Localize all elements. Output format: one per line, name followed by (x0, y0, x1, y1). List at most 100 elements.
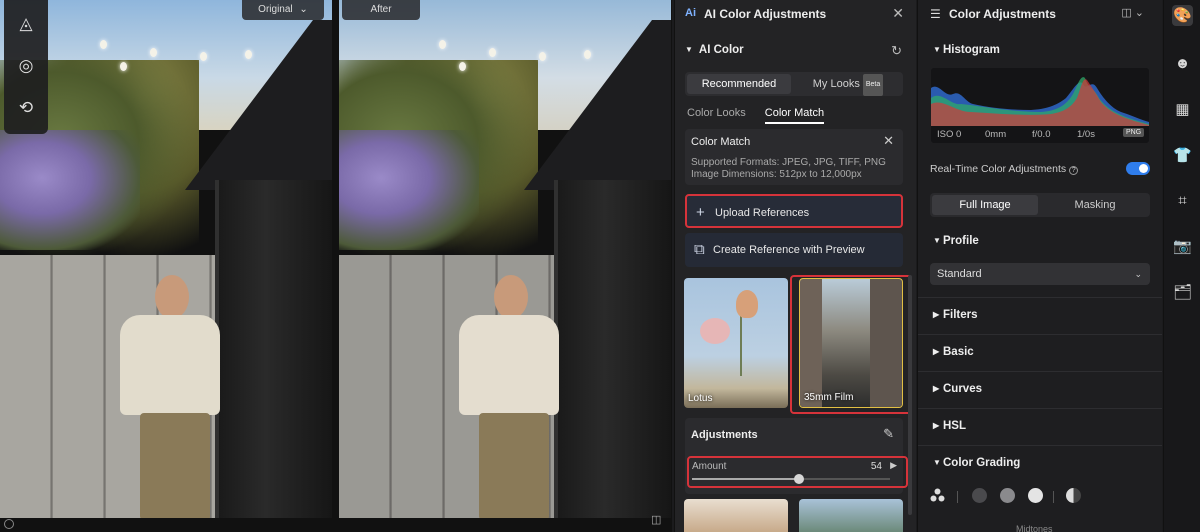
play-arrow-icon[interactable]: ▶ (890, 460, 897, 471)
upload-references-button[interactable]: + Upload References (685, 194, 903, 228)
thumb-caption: 35mm Film (804, 392, 854, 403)
ai-color-panel: Ai AI Color Adjustments ✕ ▼ AI Color ↻ Re… (674, 0, 916, 532)
thumb-building (800, 279, 822, 407)
greenhouse-door (215, 180, 332, 518)
layout-menu-icon[interactable]: ◫ ⌄ (1121, 6, 1144, 19)
add-reference-icon: ⧉ (694, 241, 705, 258)
all-wheels-icon[interactable] (930, 488, 945, 503)
amount-label: Amount (692, 461, 727, 472)
section-title: HSL (943, 420, 966, 432)
reference-thumb[interactable] (684, 499, 788, 532)
collapsed-triangle-icon: ▶ (933, 421, 940, 430)
ai-logo-icon: Ai (685, 7, 696, 19)
divider (1053, 491, 1054, 503)
adjustments-box: Adjustments ✎ Amount 54 ▶ (685, 418, 908, 494)
sliders-icon: ☰ (930, 7, 941, 21)
panel-title: AI Color Adjustments (704, 7, 827, 21)
histogram-graph (931, 77, 1149, 126)
divider (918, 408, 1162, 409)
panel-scrollbar[interactable] (908, 275, 912, 515)
history-icon[interactable]: ⟲ (16, 98, 36, 118)
create-reference-button[interactable]: ⧉ Create Reference with Preview (685, 233, 903, 267)
edit-icon[interactable]: ✎ (883, 426, 894, 442)
tab-color-looks[interactable]: Color Looks (687, 107, 746, 122)
person-head (155, 275, 189, 319)
tab-recommended[interactable]: Recommended (687, 74, 791, 94)
highlights-wheel-icon[interactable] (1028, 488, 1043, 503)
section-basic[interactable]: ▶ Basic (933, 346, 974, 358)
camera-icon[interactable]: 📷 (1172, 236, 1193, 257)
section-hsl[interactable]: ▶ HSL (933, 420, 966, 432)
midtones-wheel-icon[interactable] (1000, 488, 1015, 503)
thumb-building (870, 279, 902, 407)
crop-icon[interactable]: ⌗ (1172, 190, 1193, 211)
section-title: Color Grading (943, 457, 1021, 469)
section-title: Curves (943, 383, 982, 395)
panel-title: Color Adjustments (949, 7, 1056, 21)
ai-dots-icon[interactable]: ◎ (16, 56, 36, 76)
person-legs (479, 413, 549, 518)
slider-knob[interactable] (793, 474, 804, 484)
color-match-title: Color Match (691, 136, 751, 148)
image-dimensions: Image Dimensions: 512px to 12,000px (691, 169, 862, 180)
compare-view-icon[interactable]: ◫ (651, 513, 661, 526)
amount-control: Amount 54 ▶ (687, 456, 908, 488)
tab-full-image[interactable]: Full Image (932, 195, 1038, 215)
thumb-stem (740, 316, 742, 376)
close-icon[interactable]: ✕ (883, 133, 894, 149)
collapsed-triangle-icon: ▶ (933, 384, 940, 393)
section-title: AI Color (698, 44, 744, 56)
original-view-dropdown[interactable]: Original ⌄ (242, 0, 324, 20)
ai-color-section-header[interactable]: ▼ AI Color (685, 44, 744, 56)
shirt-icon[interactable]: 👕 (1172, 145, 1193, 166)
midtones-label: Midtones (1016, 524, 1053, 532)
chevron-down-icon: ⌄ (299, 4, 308, 15)
folder-search-icon[interactable]: 🗂 (1172, 282, 1193, 303)
collapsed-triangle-icon: ▶ (933, 310, 940, 319)
format-badge: PNG (1123, 128, 1145, 137)
close-icon[interactable]: ✕ (892, 5, 904, 22)
image-canvas[interactable]: ◬ ◎ ⟲ Original ⌄ After ◫ (0, 0, 672, 532)
adjust-triangle-icon[interactable]: ◬ (16, 14, 36, 34)
section-color-grading[interactable]: ▼ Color Grading (933, 457, 1020, 469)
palette-icon[interactable]: 🎨 (1172, 5, 1193, 26)
info-icon[interactable]: ? (1069, 166, 1079, 175)
greenhouse-door (554, 180, 671, 518)
section-title: Basic (943, 346, 974, 358)
ai-panel-header: Ai AI Color Adjustments ✕ (675, 0, 916, 28)
divider (918, 371, 1162, 372)
section-title: Profile (943, 235, 979, 247)
section-curves[interactable]: ▶ Curves (933, 383, 982, 395)
shutter-speed: 1/0s (1077, 129, 1095, 140)
section-title: Filters (943, 309, 978, 321)
after-label: After (342, 0, 420, 20)
person-torso (459, 315, 559, 415)
color-match-info: Color Match ✕ Supported Formats: JPEG, J… (685, 129, 903, 185)
amount-slider[interactable] (692, 474, 890, 484)
global-wheel-icon[interactable] (1066, 488, 1081, 503)
collapsed-triangle-icon: ▶ (933, 347, 940, 356)
histogram-section-header[interactable]: ▼ Histogram (933, 44, 1000, 56)
divider (918, 334, 1162, 335)
texture-icon[interactable]: ▦ (1172, 99, 1193, 120)
divider (918, 445, 1162, 446)
reference-thumb-lotus[interactable]: Lotus (684, 278, 788, 408)
reset-icon[interactable]: ↻ (891, 43, 902, 59)
tab-my-looks[interactable]: My Looks Beta (795, 74, 901, 96)
reference-thumb[interactable] (799, 499, 903, 532)
original-photo (0, 0, 332, 518)
photo-person (449, 275, 569, 518)
section-filters[interactable]: ▶ Filters (933, 309, 978, 321)
profile-section-header[interactable]: ▼ Profile (933, 235, 979, 247)
tab-masking[interactable]: Masking (1042, 195, 1148, 215)
color-adjustments-panel: ☰ Color Adjustments ◫ ⌄ ▼ Histogram ISO 0… (917, 0, 1162, 532)
face-icon[interactable]: ☻ (1172, 53, 1193, 74)
expand-triangle-icon: ▼ (685, 45, 693, 54)
profile-select[interactable]: Standard ⌄ (930, 263, 1150, 285)
shadows-wheel-icon[interactable] (972, 488, 987, 503)
tab-color-match[interactable]: Color Match (764, 107, 825, 124)
reference-thumb-35mm-film[interactable]: 35mm Film (799, 278, 903, 408)
realtime-toggle[interactable] (1126, 162, 1150, 175)
color-subtabs: Color Looks Color Match (687, 107, 840, 125)
photo-person (110, 275, 230, 518)
